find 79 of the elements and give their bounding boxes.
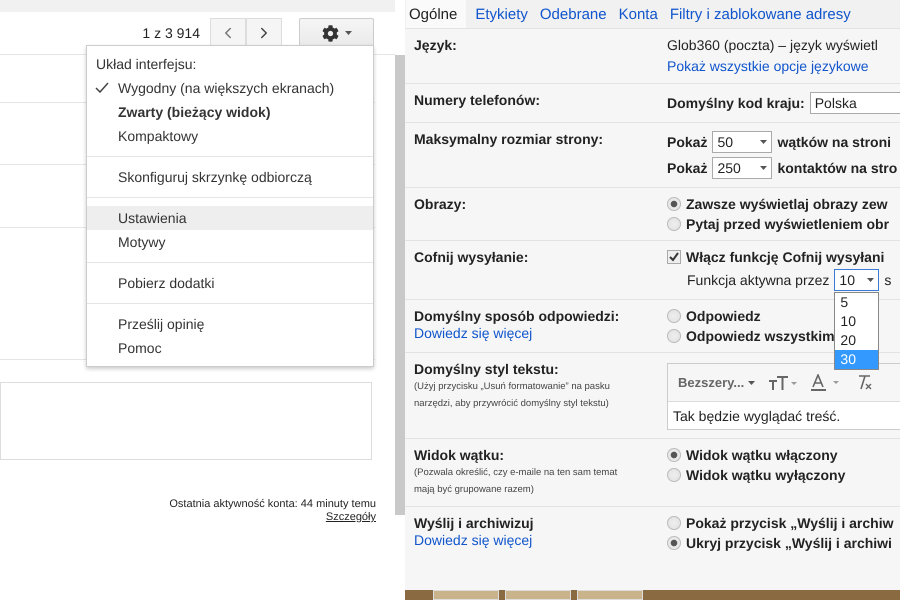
settings-icon — [322, 24, 338, 42]
font-select[interactable]: Bezszery... — [678, 375, 756, 390]
option-label: Pytaj przed wyświetleniem obr — [686, 216, 890, 232]
caret-icon — [748, 380, 756, 384]
learn-more-link[interactable]: Dowiedz się więcej — [414, 532, 667, 549]
radio-button[interactable] — [667, 536, 681, 550]
text-color-icon[interactable] — [811, 374, 842, 392]
setting-label: Wyślij i archiwizuj — [414, 515, 535, 532]
setting-label: Domyślny styl tekstu: — [414, 361, 560, 378]
settings-tab[interactable]: Etykiety — [472, 0, 537, 28]
unit-label: s — [884, 272, 892, 288]
select-field[interactable]: 250 — [712, 157, 772, 179]
settings-tab[interactable]: Konta — [616, 0, 667, 28]
option-label: Odpowiedz wszystkim — [686, 328, 835, 344]
account-activity-text: Ostatnia aktywność konta: 44 minuty temu — [169, 498, 376, 511]
option-label: Widok wątku włączony — [686, 447, 838, 463]
field-label: Pokaż — [667, 134, 708, 150]
field-label: wątków na stroni — [777, 134, 892, 150]
menu-item[interactable]: Wygodny (na większych ekranach) — [87, 76, 373, 100]
settings-button[interactable] — [299, 18, 374, 48]
settings-tab[interactable]: Ogólne — [406, 0, 466, 28]
settings-tab[interactable]: Filtry i zablokowane adresy — [666, 0, 860, 28]
taskbar-button[interactable] — [505, 590, 571, 600]
radio-button[interactable] — [667, 329, 681, 343]
setting-label: Obrazy: — [414, 196, 468, 213]
menu-item[interactable]: Kompaktowy — [87, 124, 373, 148]
language-options-link[interactable]: Pokaż wszystkie opcje językowe — [667, 58, 900, 75]
menu-heading: Układ interfejsu: — [95, 55, 198, 74]
settings-tab[interactable]: Odebrane — [536, 0, 616, 28]
setting-label: Cofnij wysyłanie: — [414, 249, 530, 266]
select-field[interactable]: Polska — [810, 92, 900, 114]
radio-button[interactable] — [667, 468, 681, 482]
next-page-button[interactable] — [246, 18, 282, 48]
text-size-icon[interactable] — [769, 376, 798, 390]
setting-label: Numery telefonów: — [414, 92, 542, 109]
option-label: Pokaż przycisk „Wyślij i archiw — [686, 515, 894, 531]
radio-button[interactable] — [667, 516, 681, 530]
menu-item[interactable]: Skonfiguruj skrzynkę odbiorczą — [87, 165, 373, 189]
scrollbar[interactable] — [395, 55, 405, 515]
radio-button[interactable] — [667, 448, 681, 462]
setting-label: Widok wątku: — [414, 447, 506, 464]
menu-item[interactable]: Zwarty (bieżący widok) — [87, 100, 373, 124]
option-label: Zawsze wyświetlaj obrazy zew — [686, 196, 888, 212]
menu-item[interactable]: Ustawienia — [87, 206, 373, 230]
menu-item[interactable]: Pomoc — [87, 336, 373, 360]
field-label: Funkcja aktywna przez — [687, 272, 830, 288]
setting-note: (Użyj przycisku „Usuń formatowanie” na pasku narzędzi, aby przywrócić domyślny styl tekstu) — [414, 380, 611, 411]
option-label: Włącz funkcję Cofnij wysyłani — [686, 249, 884, 265]
caret-icon — [867, 278, 874, 282]
select-field[interactable]: 10 — [834, 269, 880, 291]
setting-label: Maksymalny rozmiar strony: — [414, 131, 604, 148]
field-label: kontaktów na stro — [777, 160, 898, 176]
checkbox[interactable] — [667, 250, 681, 264]
option-label: Widok wątku wyłączony — [686, 467, 846, 483]
menu-item[interactable]: Prześlij opinię — [87, 312, 373, 336]
radio-button[interactable] — [667, 309, 681, 323]
option-label: Odpowiedz — [686, 308, 761, 324]
taskbar-button[interactable] — [577, 590, 643, 600]
sample-text: Tak będzie wyglądać treść. — [668, 402, 900, 429]
setting-label: Domyślny sposób odpowiedzi: — [414, 308, 620, 325]
setting-label: Język: — [414, 37, 458, 54]
setting-value: Glob360 (poczta) – język wyświetl — [667, 37, 879, 54]
select-field[interactable]: 50 — [712, 131, 772, 153]
field-label: Domyślny kod kraju: — [667, 95, 805, 111]
radio-button[interactable] — [667, 217, 681, 231]
taskbar-button[interactable] — [433, 590, 499, 600]
details-link[interactable]: Szczegóły — [326, 511, 376, 524]
learn-more-link[interactable]: Dowiedz się więcej — [414, 325, 667, 342]
caret-icon — [760, 140, 768, 144]
page-count: 1 z 3 914 — [142, 25, 200, 41]
menu-item[interactable]: Pobierz dodatki — [87, 271, 373, 295]
option-label: Ukryj przycisk „Wyślij i archiwi — [686, 535, 892, 551]
radio-button[interactable] — [667, 197, 681, 211]
field-label: Pokaż — [667, 160, 708, 176]
caret-icon — [344, 31, 352, 35]
previous-page-button[interactable] — [210, 18, 246, 48]
menu-item[interactable]: Motywy — [87, 230, 373, 254]
caret-icon — [760, 166, 768, 170]
setting-note: (Pozwala określić, czy e-maile na ten sam temat mają być grupowane razem) — [414, 466, 618, 497]
